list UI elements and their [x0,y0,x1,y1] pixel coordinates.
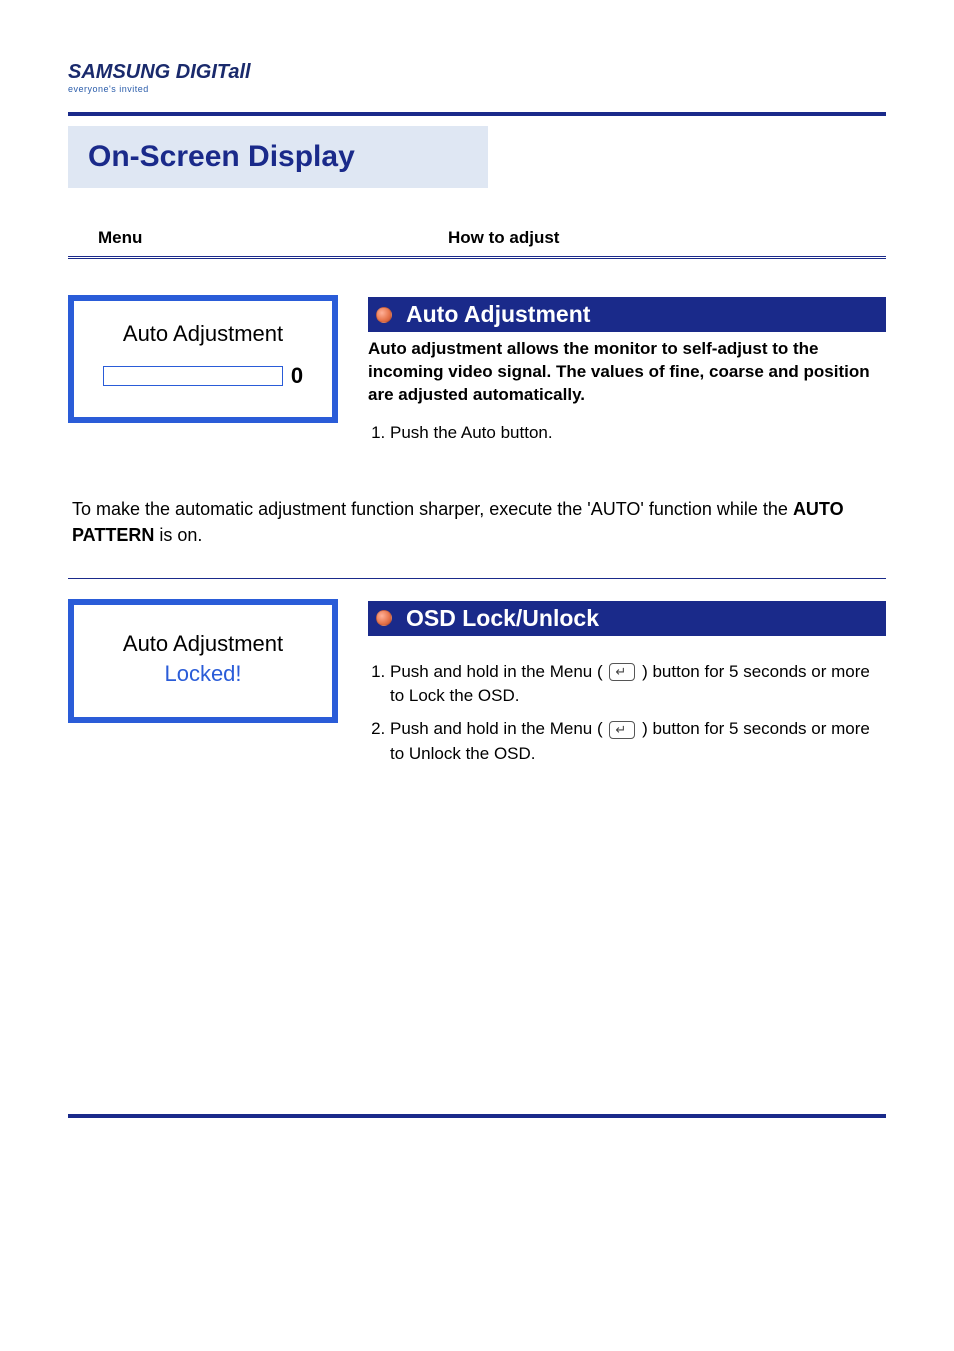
header-how-to-adjust: How to adjust [448,228,559,248]
steps-list: Push the Auto button. [368,421,886,446]
footnote-suffix: is on. [154,525,202,545]
page-title-banner: On-Screen Display [68,126,886,188]
step-pre: Push and hold in the Menu ( [390,662,607,681]
progress-value: 0 [291,363,303,389]
osd-locked-text: Locked! [84,661,322,687]
section-divider [68,578,886,579]
section-heading: OSD Lock/Unlock [406,605,599,632]
osd-preview-auto-adjustment: Auto Adjustment 0 [68,295,338,423]
progress-bar [103,366,283,386]
step-pre: Push and hold in the Menu ( [390,719,607,738]
menu-button-icon [609,663,635,681]
logo-brand-text: SAMSUNG DIGITall [68,62,886,82]
step-item: Push the Auto button. [390,421,886,446]
top-divider [68,112,886,116]
section-heading: Auto Adjustment [406,301,590,328]
section-heading-bar: OSD Lock/Unlock [368,601,886,636]
osd-preview-locked: Auto Adjustment Locked! [68,599,338,723]
step-item: Push and hold in the Menu ( ) button for… [390,717,886,766]
footnote: To make the automatic adjustment functio… [68,497,886,547]
osd-title: Auto Adjustment [84,631,322,657]
column-headers: Menu How to adjust [68,228,886,259]
bullet-icon [376,610,392,626]
section-auto-adjustment: Auto Adjustment 0 Auto Adjustment Auto a… [68,295,886,453]
bottom-divider [68,1114,886,1118]
bullet-icon [376,307,392,323]
step-item: Push and hold in the Menu ( ) button for… [390,660,886,709]
osd-title: Auto Adjustment [84,321,322,347]
section-description: Auto adjustment allows the monitor to se… [368,338,886,407]
header-menu: Menu [98,228,448,248]
section-heading-bar: Auto Adjustment [368,297,886,332]
section-osd-lock: Auto Adjustment Locked! OSD Lock/Unlock … [68,599,886,775]
footnote-prefix: To make the automatic adjustment functio… [72,499,793,519]
brand-logo: SAMSUNG DIGITall everyone's invited [68,62,886,94]
menu-button-icon [609,721,635,739]
logo-tagline: everyone's invited [68,84,886,94]
page-title: On-Screen Display [88,140,355,173]
steps-list: Push and hold in the Menu ( ) button for… [368,660,886,767]
